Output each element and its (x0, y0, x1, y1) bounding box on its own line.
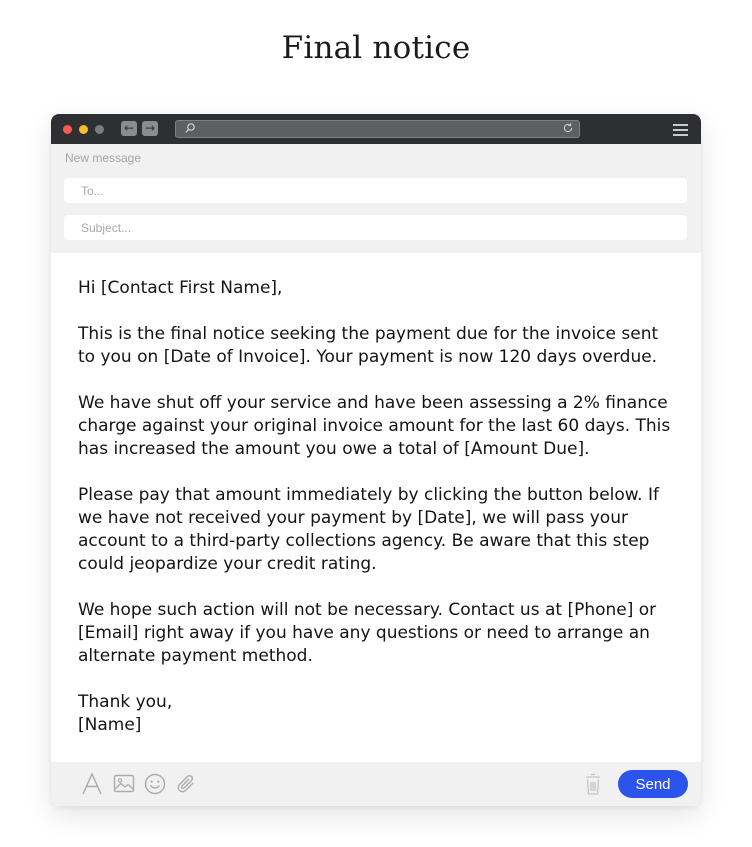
minimize-window-button[interactable] (79, 125, 88, 134)
message-body[interactable]: Hi [Contact First Name], This is the fin… (78, 277, 678, 737)
to-field[interactable] (64, 178, 687, 203)
new-message-label: New message (65, 151, 142, 165)
arrow-right-icon[interactable]: → (142, 121, 158, 136)
hamburger-menu-icon[interactable] (673, 124, 688, 136)
font-icon[interactable] (80, 772, 104, 796)
window-titlebar: ← → (51, 114, 701, 144)
page-title: Final notice (281, 30, 471, 66)
compose-header: New message (51, 144, 701, 253)
subject-field[interactable] (64, 215, 687, 240)
arrow-left-icon[interactable]: ← (121, 121, 137, 136)
image-icon[interactable] (112, 772, 136, 796)
mail-compose-window: ← → New message Hi [Contact First Name],… (51, 114, 701, 806)
message-paragraph: We have shut off your service and have b… (78, 393, 671, 459)
send-button[interactable]: Send (618, 770, 688, 798)
attachment-icon[interactable] (174, 772, 198, 796)
compose-toolbar: Send (51, 762, 701, 806)
message-signoff: Thank you, [Name] (78, 692, 173, 735)
maximize-window-button[interactable] (95, 125, 104, 134)
address-bar[interactable] (175, 120, 580, 138)
message-paragraph: We hope such action will not be necessar… (78, 600, 657, 666)
reload-icon[interactable] (562, 122, 574, 134)
message-paragraph: Please pay that amount immediately by cl… (78, 485, 659, 574)
close-window-button[interactable] (63, 125, 72, 134)
message-paragraph: This is the final notice seeking the pay… (78, 324, 659, 367)
message-paragraph: Hi [Contact First Name], (78, 278, 283, 298)
trash-icon[interactable] (581, 772, 605, 796)
emoji-icon[interactable] (143, 772, 167, 796)
search-icon (185, 123, 195, 133)
